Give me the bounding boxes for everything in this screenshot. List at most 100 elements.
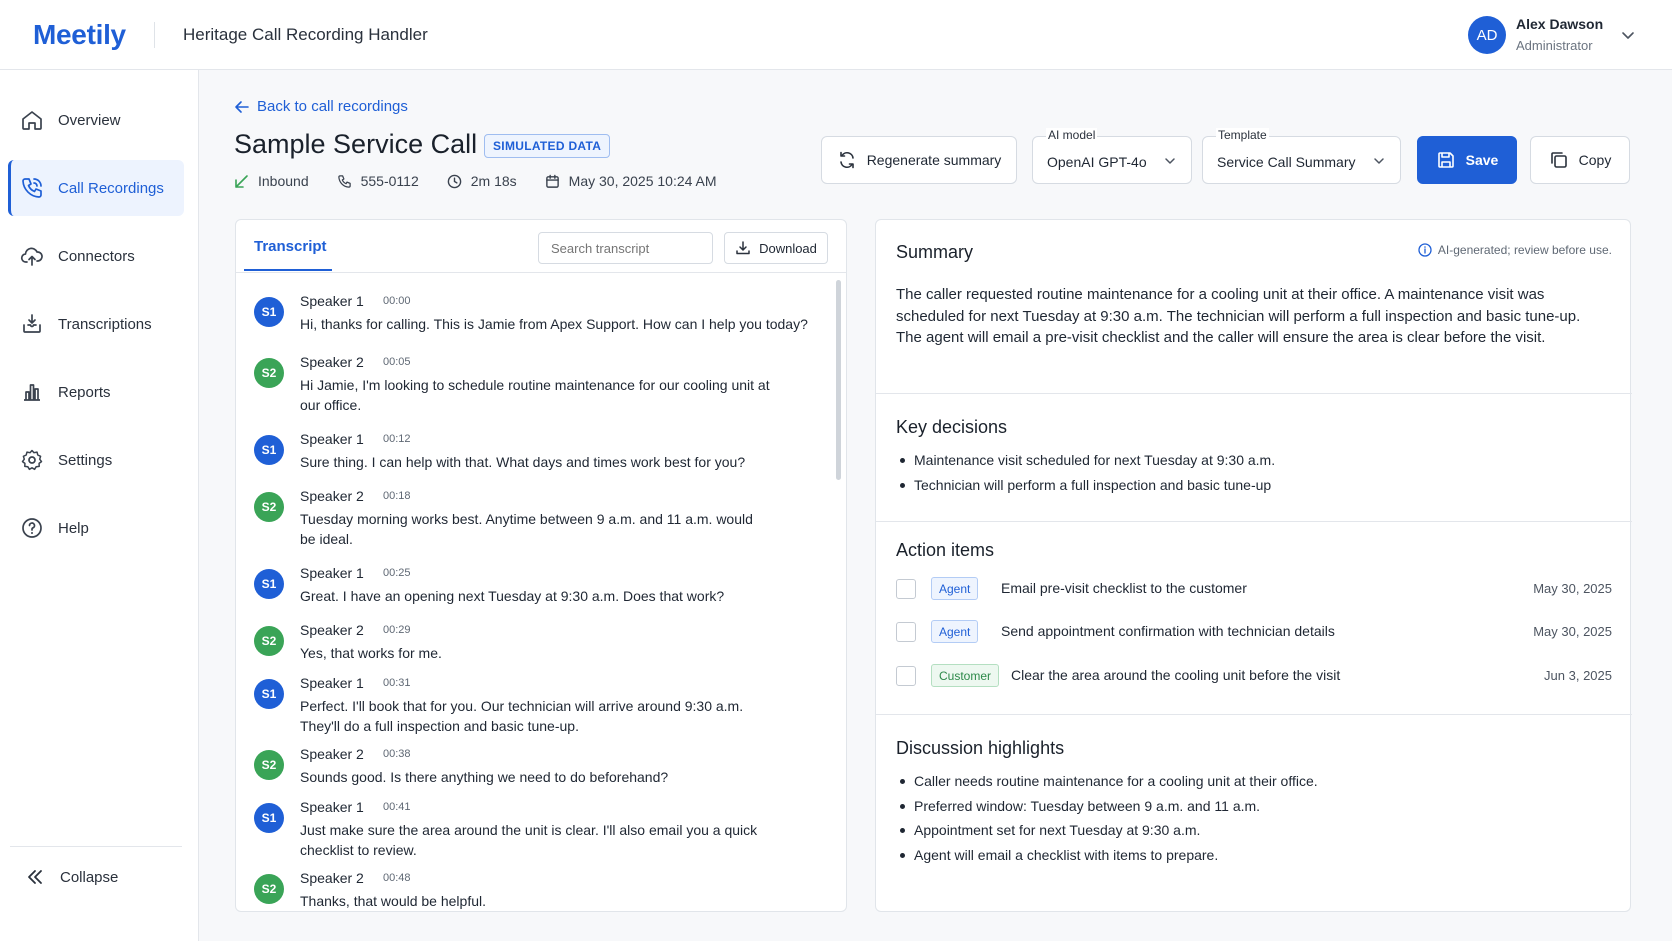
template-label: Template (1216, 128, 1269, 142)
save-button[interactable]: Save (1417, 136, 1517, 184)
sidebar-item-label: Connectors (58, 247, 135, 265)
call-phone: 555-0112 (337, 173, 419, 189)
download-button[interactable]: Download (724, 232, 828, 264)
utterance-text: Thanks, that would be helpful. (300, 893, 487, 909)
clock-icon (447, 174, 462, 188)
collapse-button[interactable]: Collapse (24, 866, 118, 888)
user-avatar[interactable]: AD (1468, 16, 1506, 54)
sidebar-item-call-recordings[interactable]: Call Recordings (8, 160, 184, 216)
highlights-list: Caller needs routine maintenance for a c… (896, 771, 1318, 869)
sidebar-item-connectors[interactable]: Connectors (8, 228, 184, 284)
sidebar-item-label: Overview (58, 111, 121, 129)
refresh-icon (839, 151, 854, 169)
ai-note-text: AI-generated; review before use. (1437, 243, 1612, 257)
action-text: Send appointment confirmation with techn… (1001, 623, 1335, 639)
list-item: Appointment set for next Tuesday at 9:30… (896, 820, 1318, 845)
action-item: Customer Clear the area around the cooli… (896, 663, 1612, 689)
speaker-avatar: S2 (254, 358, 284, 388)
call-phone-text: 555-0112 (360, 173, 419, 189)
gear-icon (21, 449, 43, 471)
section-divider (876, 714, 1632, 715)
page-title: Sample Service Call (234, 129, 478, 159)
utterance-text: Perfect. I'll book that for you. Our tec… (300, 698, 744, 734)
action-items-title: Action items (896, 540, 995, 560)
sidebar-item-settings[interactable]: Settings (8, 432, 184, 488)
sidebar-item-label: Help (58, 519, 89, 537)
utterance-time[interactable]: 00:48 (383, 872, 411, 884)
sidebar-item-label: Call Recordings (58, 179, 164, 197)
sidebar-item-overview[interactable]: Overview (8, 92, 184, 148)
call-duration-text: 2m 18s (470, 173, 517, 189)
action-checkbox[interactable] (896, 622, 916, 642)
utterance-text: Sounds good. Is there anything we need t… (300, 769, 669, 785)
utterance-time[interactable]: 00:25 (383, 567, 411, 579)
bar-chart-icon (24, 384, 40, 401)
utterance-time[interactable]: 00:00 (383, 295, 411, 307)
role-badge: Agent (931, 577, 979, 600)
copy-label: Copy (1578, 152, 1612, 168)
key-decisions-title: Key decisions (896, 417, 1008, 437)
action-checkbox[interactable] (896, 666, 916, 686)
regenerate-summary-button[interactable]: Regenerate summary (821, 136, 1017, 184)
search-transcript-input[interactable] (538, 232, 713, 264)
save-label: Save (1465, 152, 1499, 168)
simulated-data-badge: SIMULATED DATA (484, 134, 611, 158)
action-date: May 30, 2025 (1533, 581, 1612, 596)
speaker-avatar: S1 (254, 297, 284, 327)
sidebar: Overview Call Recordings Connectors Tran… (0, 70, 199, 941)
sidebar-item-transcriptions[interactable]: Transcriptions (8, 296, 184, 352)
regenerate-summary-label: Regenerate summary (866, 152, 1002, 168)
sidebar-item-reports[interactable]: Reports (8, 364, 184, 420)
discussion-highlights-title: Discussion highlights (896, 738, 1065, 758)
ai-model-label: AI model (1046, 128, 1098, 142)
template-value: Service Call Summary (1217, 154, 1356, 170)
copy-button[interactable]: Copy (1530, 136, 1630, 184)
action-date: May 30, 2025 (1533, 624, 1612, 639)
call-direction: Inbound (234, 173, 309, 189)
app-logo[interactable]: Meetily (33, 19, 126, 51)
tab-transcript[interactable]: Transcript (254, 238, 327, 255)
call-meta: Inbound 555-0112 2m 18s May 30, 2025 10:… (234, 173, 745, 189)
transcript-panel: Transcript Download S1 Speaker 1 00:00 H… (235, 219, 847, 912)
utterance-time[interactable]: 00:05 (383, 356, 411, 368)
utterance-text: Hi, thanks for calling. This is Jamie fr… (300, 316, 808, 332)
utterance-time[interactable]: 00:41 (383, 801, 411, 813)
utterance-text: Great. I have an opening next Tuesday at… (300, 588, 725, 604)
utterance-time[interactable]: 00:12 (383, 433, 411, 445)
back-link[interactable]: Back to call recordings (234, 98, 408, 115)
download-label: Download (759, 240, 817, 256)
action-item: Agent Send appointment confirmation with… (896, 619, 1612, 645)
info-icon (1418, 243, 1432, 257)
speaker-name: Speaker 1 (300, 799, 364, 815)
download-tray-icon (23, 314, 41, 333)
chevron-down-icon[interactable] (1620, 27, 1636, 43)
sidebar-item-label: Reports (58, 383, 111, 401)
call-datetime: May 30, 2025 10:24 AM (545, 173, 717, 189)
topbar-divider (154, 22, 155, 48)
key-decisions-list: Maintenance visit scheduled for next Tue… (896, 450, 1275, 499)
speaker-name: Speaker 2 (300, 746, 364, 762)
action-checkbox[interactable] (896, 579, 916, 599)
utterance-text: Yes, that works for me. (300, 645, 442, 661)
back-link-label: Back to call recordings (257, 98, 408, 115)
user-name[interactable]: Alex Dawson (1516, 16, 1603, 32)
section-divider (876, 521, 1632, 522)
utterance-time[interactable]: 00:18 (383, 490, 411, 502)
speaker-avatar: S2 (254, 750, 284, 780)
collapse-label: Collapse (60, 868, 119, 886)
action-date: Jun 3, 2025 (1544, 668, 1612, 683)
call-datetime-text: May 30, 2025 10:24 AM (568, 173, 717, 189)
ai-generated-note: AI-generated; review before use. (1418, 243, 1612, 257)
speaker-name: Speaker 1 (300, 565, 364, 581)
template-select[interactable]: Template Service Call Summary (1202, 128, 1401, 184)
speaker-name: Speaker 2 (300, 622, 364, 638)
transcript-scrollbar[interactable] (836, 280, 841, 480)
list-item: Maintenance visit scheduled for next Tue… (896, 450, 1275, 475)
utterance-time[interactable]: 00:38 (383, 748, 411, 760)
utterance-time[interactable]: 00:31 (383, 677, 411, 689)
ai-model-select[interactable]: AI model OpenAI GPT-4o (1032, 128, 1192, 184)
utterance-time[interactable]: 00:29 (383, 624, 411, 636)
sidebar-item-help[interactable]: Help (8, 500, 184, 556)
speaker-name: Speaker 1 (300, 431, 364, 447)
speaker-name: Speaker 2 (300, 354, 364, 370)
